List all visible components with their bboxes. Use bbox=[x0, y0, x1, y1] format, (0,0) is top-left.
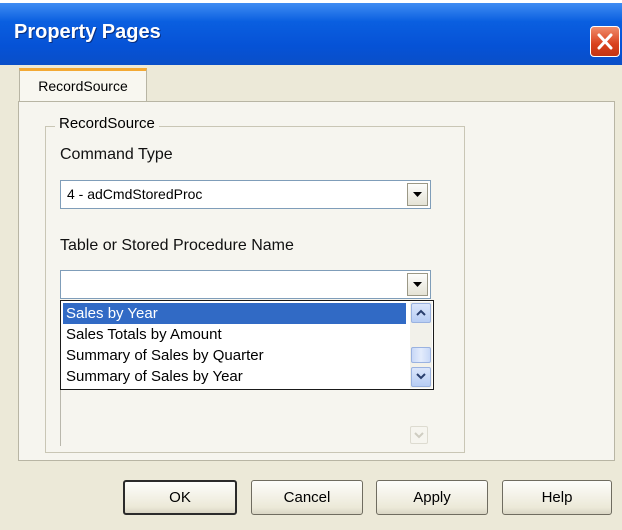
list-scrollbar[interactable] bbox=[410, 302, 432, 388]
list-item[interactable]: Sales by Year bbox=[63, 303, 406, 324]
title-bar[interactable]: Property Pages bbox=[0, 3, 622, 65]
disabled-scroll-down-button bbox=[410, 426, 428, 444]
scroll-down-icon bbox=[414, 432, 424, 439]
command-type-value: 4 - adCmdStoredProc bbox=[67, 186, 203, 202]
table-name-dropdown-list[interactable]: Sales by Year Sales Totals by Amount Sum… bbox=[60, 300, 434, 390]
list-item[interactable]: Summary of Sales by Quarter bbox=[63, 345, 406, 366]
list-item[interactable]: Sales Totals by Amount bbox=[63, 324, 406, 345]
list-item[interactable]: Summary of Sales by Year bbox=[63, 366, 406, 387]
command-type-dropdown-button[interactable] bbox=[407, 183, 428, 206]
scroll-up-icon bbox=[416, 309, 426, 316]
table-name-label: Table or Stored Procedure Name bbox=[60, 237, 294, 254]
table-name-dropdown-button[interactable] bbox=[407, 273, 428, 296]
table-name-select[interactable] bbox=[60, 270, 431, 299]
cancel-button[interactable]: Cancel bbox=[251, 480, 363, 515]
scroll-up-button[interactable] bbox=[411, 303, 431, 323]
window-title: Property Pages bbox=[14, 21, 161, 43]
command-type-label: Command Type bbox=[60, 146, 173, 163]
chevron-down-icon bbox=[413, 282, 422, 287]
groupbox-title: RecordSource bbox=[55, 115, 159, 132]
chevron-down-icon bbox=[413, 192, 422, 197]
close-button[interactable] bbox=[590, 26, 620, 57]
underlying-list-area bbox=[60, 390, 434, 446]
scroll-thumb[interactable] bbox=[411, 347, 431, 363]
tab-recordsource[interactable]: RecordSource bbox=[19, 68, 147, 102]
tab-label: RecordSource bbox=[38, 78, 128, 94]
apply-button[interactable]: Apply bbox=[376, 480, 488, 515]
help-button[interactable]: Help bbox=[502, 480, 612, 515]
scroll-down-button[interactable] bbox=[411, 367, 431, 387]
scroll-down-icon bbox=[416, 373, 426, 380]
command-type-select[interactable]: 4 - adCmdStoredProc bbox=[60, 180, 431, 209]
ok-button[interactable]: OK bbox=[123, 480, 237, 515]
close-icon bbox=[597, 33, 613, 50]
